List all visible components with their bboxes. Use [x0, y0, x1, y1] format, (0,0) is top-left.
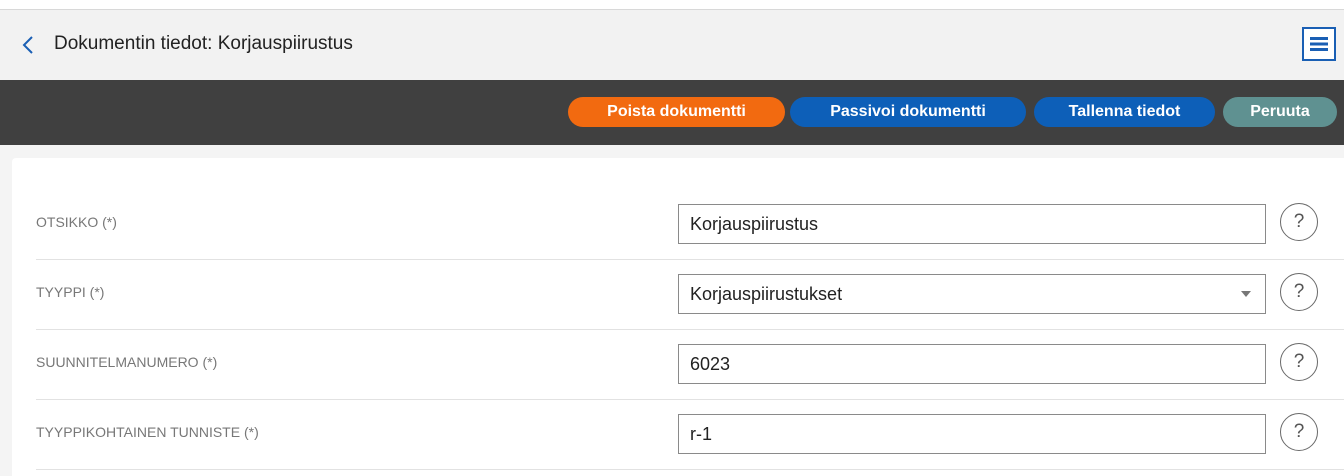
- document-form: OTSIKKO (*) Korjauspiirustus ? TYYPPI (*…: [12, 158, 1344, 476]
- page-header: Dokumentin tiedot: Korjauspiirustus: [0, 10, 1344, 80]
- form-row-title: OTSIKKO (*) Korjauspiirustus ?: [36, 190, 1344, 260]
- back-button[interactable]: [18, 35, 38, 55]
- type-identifier-input[interactable]: r-1: [678, 414, 1266, 454]
- window-top-edge: [0, 0, 1344, 10]
- plan-number-label: SUUNNITELMANUMERO (*): [36, 354, 218, 370]
- menu-button[interactable]: [1302, 27, 1336, 61]
- type-select[interactable]: Korjauspiirustukset: [678, 274, 1266, 314]
- action-toolbar: Poista dokumentti Passivoi dokumentti Ta…: [0, 80, 1344, 145]
- title-label: OTSIKKO (*): [36, 214, 117, 230]
- help-icon[interactable]: ?: [1280, 343, 1318, 381]
- form-row-type-identifier: TYYPPIKOHTAINEN TUNNISTE (*) r-1 ?: [36, 400, 1344, 470]
- chevron-left-icon: [22, 36, 33, 54]
- form-row-type: TYYPPI (*) Korjauspiirustukset ?: [36, 260, 1344, 330]
- type-identifier-label: TYYPPIKOHTAINEN TUNNISTE (*): [36, 424, 259, 440]
- cancel-button[interactable]: Peruuta: [1223, 97, 1337, 127]
- help-icon[interactable]: ?: [1280, 413, 1318, 451]
- save-details-button[interactable]: Tallenna tiedot: [1034, 97, 1215, 127]
- page-title: Dokumentin tiedot: Korjauspiirustus: [54, 33, 353, 54]
- plan-number-input[interactable]: 6023: [678, 344, 1266, 384]
- delete-document-button[interactable]: Poista dokumentti: [568, 97, 785, 127]
- hamburger-menu-icon: [1310, 37, 1328, 51]
- type-label: TYYPPI (*): [36, 284, 105, 300]
- form-row-plan-number: SUUNNITELMANUMERO (*) 6023 ?: [36, 330, 1344, 400]
- type-select-value: Korjauspiirustukset: [690, 284, 843, 304]
- help-icon[interactable]: ?: [1280, 203, 1318, 241]
- title-input[interactable]: Korjauspiirustus: [678, 204, 1266, 244]
- dropdown-arrow-icon: [1241, 291, 1251, 297]
- deactivate-document-button[interactable]: Passivoi dokumentti: [790, 97, 1026, 127]
- help-icon[interactable]: ?: [1280, 273, 1318, 311]
